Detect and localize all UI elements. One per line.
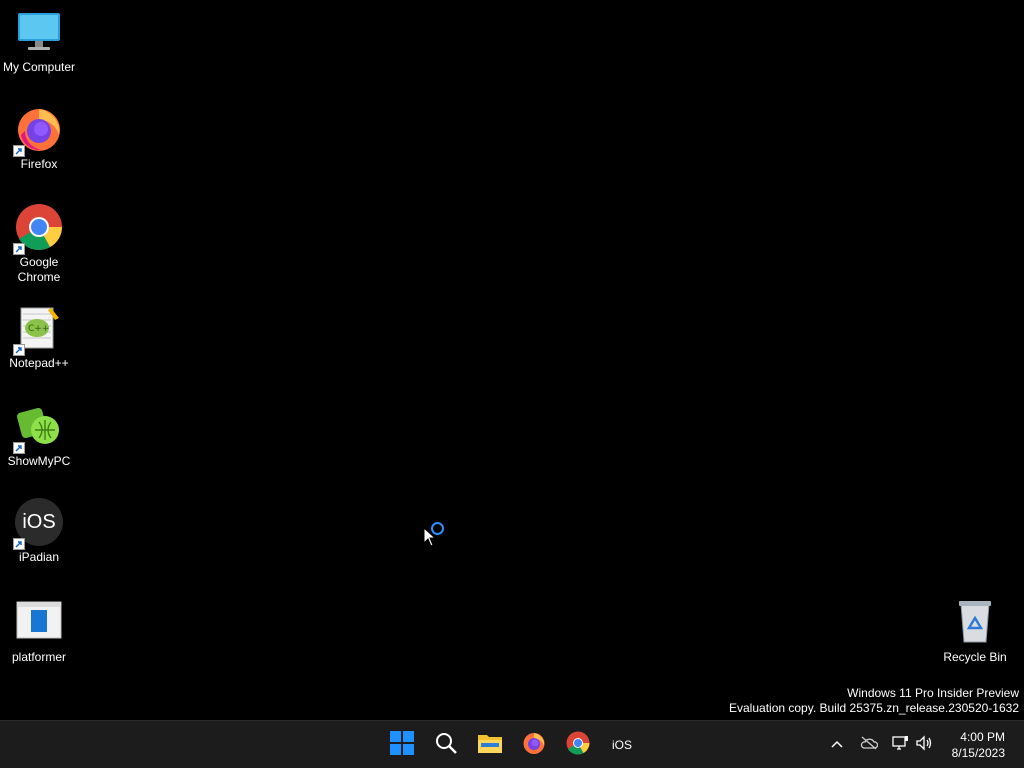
firefox-icon [522,731,546,760]
ipadian-icon: iOS [611,738,632,752]
shortcut-arrow-icon [13,538,25,550]
windows-evaluation-watermark: Windows 11 Pro Insider Preview Evaluatio… [729,686,1019,716]
taskbar-ipadian-button[interactable]: iOS [604,727,640,763]
show-hidden-icons-button[interactable] [827,735,847,755]
folder-icon [477,732,503,759]
desktop-icon-recycle-bin[interactable]: Recycle Bin [936,598,1014,665]
notepadpp-icon: C++ [13,304,63,356]
taskbar: iOS 4:00 PM 8/15/2023 [0,720,1024,768]
platformer-icon [15,598,63,646]
desktop-icon-platformer[interactable]: platformer [0,598,78,665]
desktop-icon-label: ShowMyPC [7,454,71,468]
shortcut-arrow-icon [13,145,25,157]
desktop-icon-label: Google Chrome [17,255,61,284]
shortcut-arrow-icon [13,344,25,356]
svg-text:C++: C++ [28,324,49,334]
volume-tray-button[interactable] [914,734,934,756]
watermark-line-2: Evaluation copy. Build 25375.zn_release.… [729,701,1019,715]
taskbar-clock[interactable]: 4:00 PM 8/15/2023 [952,729,1005,761]
ipadian-icon: iOS [13,498,63,550]
desktop-icon-ipadian[interactable]: iOS iPadian [0,498,78,565]
volume-icon [915,734,933,756]
search-button[interactable] [428,727,464,763]
chevron-up-icon [830,736,844,754]
start-button[interactable] [384,727,420,763]
taskbar-firefox-button[interactable] [516,727,552,763]
desktop-icon-showmypc[interactable]: ShowMyPC [0,402,78,469]
shortcut-arrow-icon [13,442,25,454]
desktop-icon-google-chrome[interactable]: Google Chrome [0,203,78,285]
desktop-icon-label: iPadian [18,550,60,564]
search-icon [434,731,458,760]
desktop-icon-label: platformer [11,650,67,664]
network-icon [891,735,909,756]
taskbar-chrome-button[interactable] [560,727,596,763]
onedrive-tray-button[interactable] [859,735,879,755]
network-tray-button[interactable] [890,735,910,755]
desktop-icon-label: My Computer [2,60,76,74]
recycle-bin-icon [951,598,999,646]
windows-start-icon [390,730,414,760]
firefox-icon [13,105,63,157]
chrome-icon [13,203,63,255]
chrome-icon [566,731,590,760]
file-explorer-button[interactable] [472,727,508,763]
desktop-icon-firefox[interactable]: Firefox [0,105,78,172]
clock-date: 8/15/2023 [951,746,1005,760]
monitor-icon [15,8,63,56]
onedrive-icon [860,736,879,755]
desktop-icon-label: Recycle Bin [943,650,1007,664]
busy-spinner-icon [431,522,444,535]
watermark-line-1: Windows 11 Pro Insider Preview [847,686,1019,700]
showmypc-icon [13,402,63,454]
clock-time: 4:00 PM [960,730,1005,744]
desktop-icon-my-computer[interactable]: My Computer [0,8,78,75]
desktop-icon-label: Notepad++ [9,356,69,370]
desktop-icon-label: Firefox [20,157,58,171]
desktop-icon-notepadpp[interactable]: C++ Notepad++ [0,304,78,371]
shortcut-arrow-icon [13,243,25,255]
